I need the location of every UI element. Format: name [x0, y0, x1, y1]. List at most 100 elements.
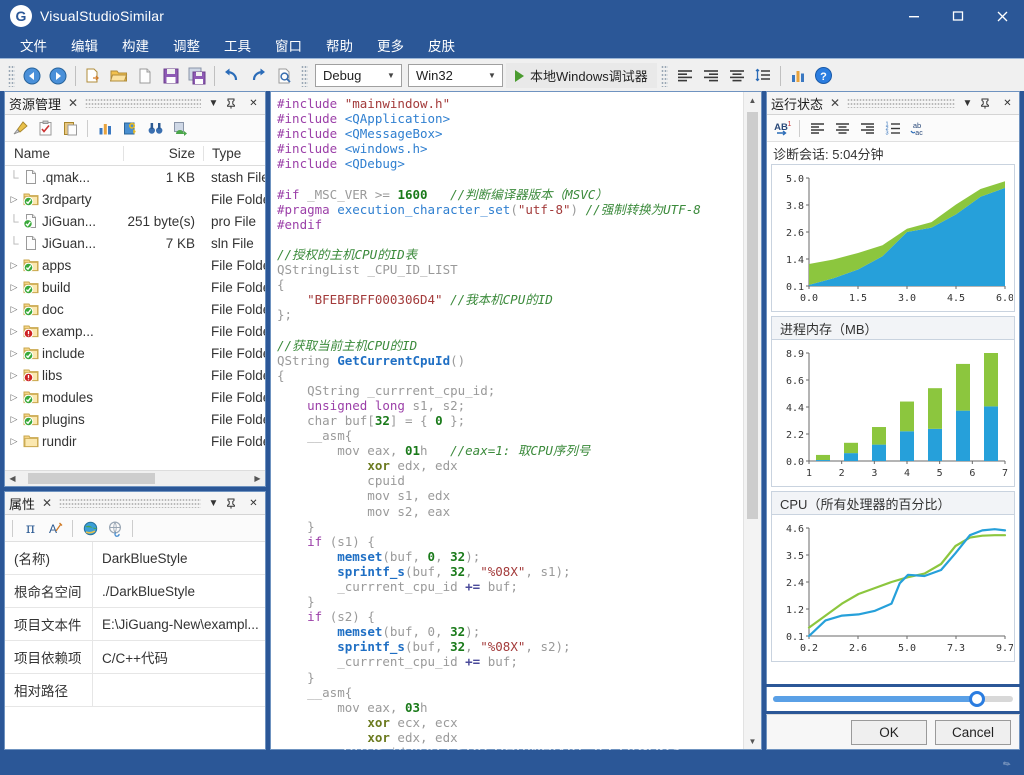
- table-row[interactable]: └ JiGuan... 251 byte(s) pro File: [5, 210, 265, 232]
- clipboard-icon[interactable]: [58, 117, 82, 139]
- toolbar-grip[interactable]: [8, 64, 15, 87]
- find-in-files-icon[interactable]: [271, 63, 297, 88]
- menu-skin[interactable]: 皮肤: [416, 33, 467, 57]
- table-row[interactable]: └ JiGuan... 7 KB sln File: [5, 232, 265, 254]
- property-value[interactable]: E:\JiGuang-New\exampl...: [93, 617, 265, 632]
- close-panel-icon[interactable]: ✕: [246, 98, 261, 109]
- text-direction-icon[interactable]: AB 1: [770, 117, 794, 139]
- navigate-back-icon[interactable]: [19, 63, 45, 88]
- menu-window[interactable]: 窗口: [263, 33, 314, 57]
- property-row[interactable]: 根命名空间 ./DarkBlueStyle: [5, 575, 265, 608]
- scrollbar-track[interactable]: [20, 473, 250, 484]
- property-row[interactable]: 项目文本件 E:\JiGuang-New\exampl...: [5, 608, 265, 641]
- start-debugging-button[interactable]: 本地Windows调试器: [506, 63, 657, 88]
- horizontal-scrollbar[interactable]: ◀ ▶: [5, 470, 265, 486]
- align-right-icon[interactable]: [698, 63, 724, 88]
- new-file-icon[interactable]: [132, 63, 158, 88]
- categorized-pi-icon[interactable]: π: [18, 517, 42, 539]
- save-icon[interactable]: [158, 63, 184, 88]
- bar-chart-container[interactable]: 0.0 2.2 4.4 6.6 8.9 1 2 3 4 5 6 7: [771, 339, 1015, 487]
- events-globe-icon[interactable]: [103, 517, 127, 539]
- close-icon[interactable]: ✕: [828, 96, 842, 110]
- column-header-type[interactable]: Type: [203, 146, 265, 161]
- scroll-right-icon[interactable]: ▶: [250, 474, 265, 483]
- panel-drag-handle[interactable]: [85, 98, 201, 108]
- property-row[interactable]: (名称) DarkBlueStyle: [5, 542, 265, 575]
- pin-icon[interactable]: [980, 98, 995, 109]
- toolbar-grip[interactable]: [660, 64, 668, 87]
- clean-icon[interactable]: [8, 117, 32, 139]
- chevron-right-icon[interactable]: ▷: [8, 436, 20, 447]
- undo-icon[interactable]: [219, 63, 245, 88]
- align-left-icon[interactable]: [672, 63, 698, 88]
- minimize-button[interactable]: [892, 0, 936, 32]
- pin-icon[interactable]: [226, 98, 241, 109]
- refresh-user-icon[interactable]: [168, 117, 192, 139]
- spell-check-icon[interactable]: ab ac: [905, 117, 929, 139]
- chevron-down-icon[interactable]: ▼: [960, 98, 975, 109]
- chevron-right-icon[interactable]: ▷: [8, 304, 20, 315]
- scroll-left-icon[interactable]: ◀: [5, 474, 20, 483]
- menu-help[interactable]: 帮助: [314, 33, 365, 57]
- panel-drag-handle[interactable]: [59, 498, 201, 508]
- table-row[interactable]: ▷ doc File Folde: [5, 298, 265, 320]
- close-icon[interactable]: ✕: [40, 496, 54, 510]
- table-row[interactable]: ▷ 3rdparty File Folde: [5, 188, 265, 210]
- scroll-up-icon[interactable]: ▲: [744, 92, 761, 108]
- scrollbar-thumb[interactable]: [28, 473, 155, 484]
- menu-more[interactable]: 更多: [365, 33, 416, 57]
- numbered-list-icon[interactable]: 1 2 3: [880, 117, 904, 139]
- column-header-name[interactable]: Name: [5, 146, 123, 161]
- security-lock-icon[interactable]: [118, 117, 142, 139]
- close-panel-icon[interactable]: ✕: [246, 498, 261, 509]
- table-row[interactable]: ▷ apps File Folde: [5, 254, 265, 276]
- chevron-down-icon[interactable]: ▼: [206, 98, 221, 109]
- chevron-right-icon[interactable]: ▷: [8, 392, 20, 403]
- panel-drag-handle[interactable]: [847, 98, 955, 108]
- alphabetical-sort-icon[interactable]: A: [43, 517, 67, 539]
- close-icon[interactable]: ✕: [66, 96, 80, 110]
- save-all-icon[interactable]: [184, 63, 210, 88]
- search-binoculars-icon[interactable]: [143, 117, 167, 139]
- toolbar-grip[interactable]: [301, 64, 308, 87]
- property-pages-globe-icon[interactable]: [78, 517, 102, 539]
- bar-chart-icon[interactable]: [785, 63, 811, 88]
- maximize-button[interactable]: [936, 0, 980, 32]
- new-item-icon[interactable]: [80, 63, 106, 88]
- menu-file[interactable]: 文件: [8, 33, 59, 57]
- close-button[interactable]: [980, 0, 1024, 32]
- align-center-icon[interactable]: [830, 117, 854, 139]
- open-folder-icon[interactable]: [106, 63, 132, 88]
- table-row[interactable]: ▷ plugins File Folde: [5, 408, 265, 430]
- navigate-forward-icon[interactable]: [45, 63, 71, 88]
- solution-explorer-tree[interactable]: └ .qmak... 1 KB stash File ▷ 3rdparty File Fol…: [5, 166, 265, 470]
- property-row[interactable]: 相对路径: [5, 674, 265, 707]
- pin-icon[interactable]: [226, 498, 241, 509]
- table-row[interactable]: ▷ rundir File Folde: [5, 430, 265, 452]
- chevron-right-icon[interactable]: ▷: [8, 370, 20, 381]
- chevron-right-icon[interactable]: ▷: [8, 326, 20, 337]
- line-spacing-icon[interactable]: [750, 63, 776, 88]
- close-panel-icon[interactable]: ✕: [1000, 98, 1015, 109]
- table-row[interactable]: ▷ modules File Folde: [5, 386, 265, 408]
- menu-build[interactable]: 构建: [110, 33, 161, 57]
- chevron-down-icon[interactable]: ▼: [206, 498, 221, 509]
- properties-bar-icon[interactable]: [93, 117, 117, 139]
- editor-vertical-scrollbar[interactable]: ▲ ▼: [743, 92, 761, 749]
- property-row[interactable]: 项目依赖项 C/C++代码: [5, 641, 265, 674]
- area-chart-container[interactable]: 0.1 1.4 2.6 3.8 5.0 0.0 1.5 3.0 4.5 6.0: [771, 164, 1015, 312]
- table-row[interactable]: ▷ include File Folde: [5, 342, 265, 364]
- timeline-slider[interactable]: [773, 691, 1013, 707]
- column-header-size[interactable]: Size: [123, 146, 203, 161]
- chevron-right-icon[interactable]: ▷: [8, 194, 20, 205]
- redo-icon[interactable]: [245, 63, 271, 88]
- align-right-icon[interactable]: [855, 117, 879, 139]
- property-value[interactable]: DarkBlueStyle: [93, 551, 265, 566]
- menu-edit[interactable]: 编辑: [59, 33, 110, 57]
- table-row[interactable]: ▷ libs File Folde: [5, 364, 265, 386]
- scrollbar-thumb[interactable]: [747, 112, 758, 520]
- code-editor[interactable]: #include "mainwindow.h" #include <QApplic…: [271, 92, 743, 749]
- chevron-right-icon[interactable]: ▷: [8, 348, 20, 359]
- menu-tools[interactable]: 工具: [212, 33, 263, 57]
- chevron-right-icon[interactable]: ▷: [8, 260, 20, 271]
